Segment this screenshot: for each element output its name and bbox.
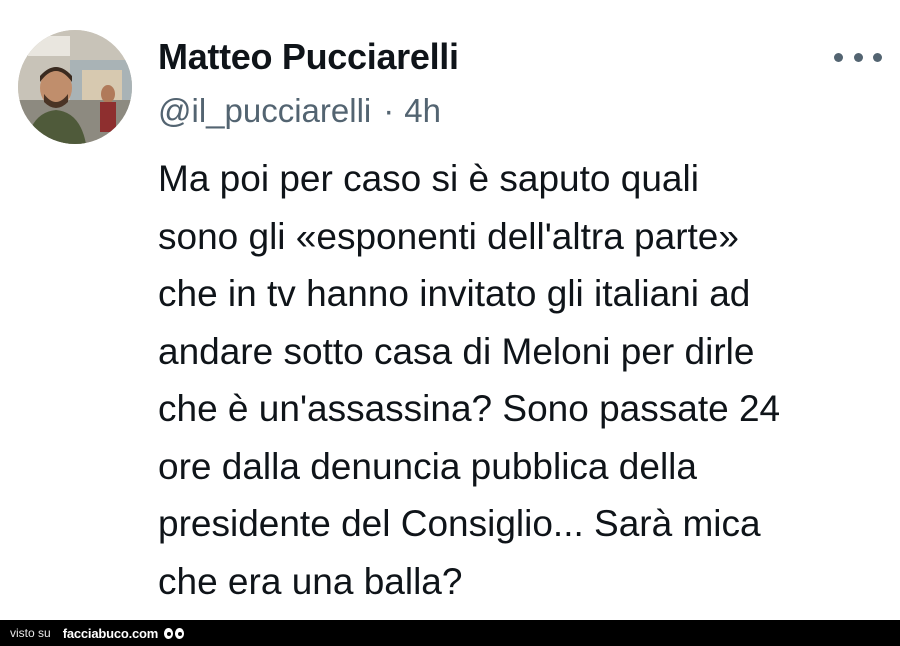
handle-line: @il_pucciarelli · 4h: [158, 92, 441, 130]
tweet-text-line: sono gli «esponenti dell'altra parte»: [158, 215, 739, 257]
footer-visto-label: visto su: [10, 626, 51, 640]
footer-bar: visto su facciabuco.com: [0, 620, 900, 646]
tweet-text-line: che era una balla?: [158, 560, 463, 602]
author-name[interactable]: Matteo Pucciarelli: [158, 36, 459, 78]
more-horizontal-icon[interactable]: [834, 42, 882, 72]
tweet-text-line: ore dalla denuncia pubblica della: [158, 445, 697, 487]
author-handle[interactable]: @il_pucciarelli: [158, 92, 371, 129]
tweet-text-line: presidente del Consiglio... Sarà mica: [158, 503, 761, 544]
more-dot: [873, 52, 882, 62]
avatar-photo: [18, 30, 132, 144]
more-dot: [834, 52, 843, 62]
tweet-text-line: che in tv hanno invitato gli italiani ad: [158, 273, 751, 314]
eyes-icon: [164, 627, 185, 639]
more-dot: [853, 52, 863, 62]
separator-dot: ·: [383, 92, 395, 129]
tweet-text-line: andare sotto casa di Meloni per dirle: [158, 330, 755, 372]
tweet-timestamp[interactable]: 4h: [404, 92, 441, 129]
tweet-text-line: Ma poi per caso si è saputo quali: [158, 158, 699, 199]
tweet-text: Ma poi per caso si è saputo quali sono g…: [158, 150, 878, 610]
footer-site-link[interactable]: facciabuco.com: [63, 626, 159, 641]
avatar[interactable]: [18, 30, 132, 144]
tweet-text-line: che è un'assassina? Sono passate 24: [158, 388, 781, 429]
